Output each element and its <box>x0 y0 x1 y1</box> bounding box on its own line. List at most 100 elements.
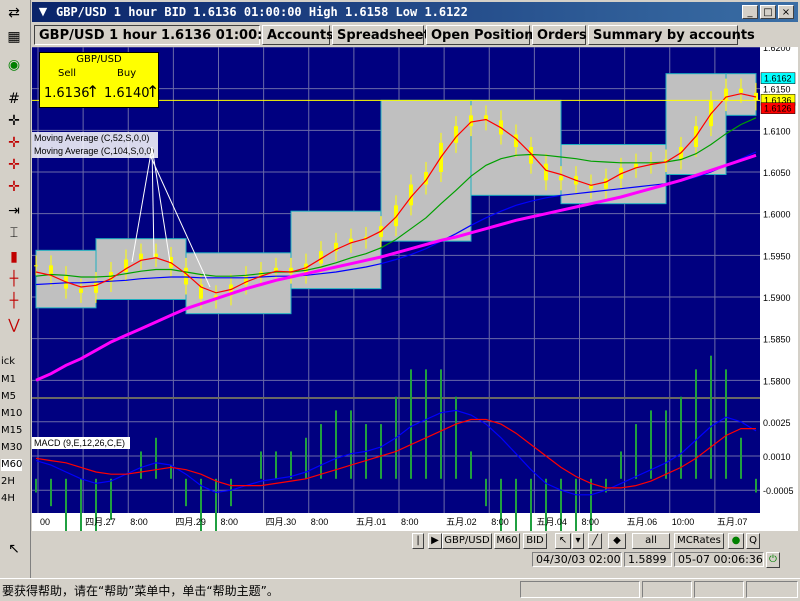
current-time: 05-07 00:06:36 <box>674 552 764 567</box>
candle-body <box>184 267 188 285</box>
arrow-right-icon[interactable]: ⇥ <box>3 202 25 220</box>
window-menu-icon[interactable]: ▼ <box>36 5 50 19</box>
dropdown-icon[interactable]: ▾ <box>572 533 584 549</box>
price-tick-label: 1.5800 <box>763 376 791 386</box>
macd-tick-label: -0.0005 <box>763 486 794 496</box>
chart-area[interactable]: 1.6200 1.6150 1.6100 1.6050 1.6000 1.5950 1.59… <box>32 43 798 601</box>
timeframe-m1[interactable]: M1 <box>1 374 16 386</box>
crosshair-icon[interactable]: ✛ <box>3 112 25 130</box>
buy-arrow-icon: ↑ <box>146 82 160 101</box>
target-icon[interactable]: ◉ <box>3 56 25 74</box>
candle-body <box>739 88 743 93</box>
cross-red-icon[interactable]: ✛ <box>3 134 25 152</box>
x-tick-label: 五月.01 <box>356 517 387 527</box>
mcrates-button[interactable]: MCRates <box>674 533 724 549</box>
x-tick-label: 8:00 <box>491 517 509 527</box>
swap-arrows-icon[interactable]: ⇄ <box>3 4 25 22</box>
price-badge-label: 1.6162 <box>764 74 792 84</box>
price-tick-label: 1.6100 <box>763 126 791 136</box>
x-tick-label: 8:00 <box>311 517 329 527</box>
candle-body <box>289 267 293 274</box>
status-panel-2 <box>642 581 692 598</box>
tab-chart[interactable]: GBP/USD 1 hour 1.6136 01:00:00 <box>34 25 280 45</box>
price-badge-label: 1.6126 <box>764 104 792 114</box>
pin-icon[interactable]: ◆ <box>608 533 626 549</box>
cursor-tool-icon[interactable]: ↖ <box>555 533 571 549</box>
candle-body <box>109 272 113 282</box>
candle-body <box>454 126 458 143</box>
q-button[interactable]: Q <box>746 533 760 549</box>
cursor-i-icon[interactable]: ⌶ <box>3 224 25 242</box>
x-tick-label: 五月.02 <box>446 517 477 527</box>
x-tick-label: 四月.29 <box>175 517 206 527</box>
status-panel-1 <box>520 581 640 598</box>
bar-icon[interactable]: ┼ <box>3 270 25 288</box>
x-tick-label: 四月.27 <box>85 517 116 527</box>
maximize-button[interactable]: □ <box>760 5 776 19</box>
candle-body <box>34 265 38 267</box>
timeframe-m15[interactable]: M15 <box>1 425 22 437</box>
status-panel-3 <box>694 581 744 598</box>
x-tick-label: 00 <box>40 517 50 527</box>
cross-red-icon-2[interactable]: ✛ <box>3 156 25 174</box>
status-bar: 要获得帮助，请在“帮助”菜单中，单击“帮助主题”。 <box>0 578 800 601</box>
tab-orders[interactable]: Orders <box>532 25 587 45</box>
x-tick-label: 8:00 <box>401 517 419 527</box>
timeframe-m30[interactable]: M30 <box>1 442 22 454</box>
all-button[interactable]: all <box>632 533 670 549</box>
ma52-label: Moving Average (C,52,S,0,0) <box>34 133 149 143</box>
tick-label[interactable]: ick <box>1 356 15 368</box>
minimize-button[interactable]: _ <box>742 5 758 19</box>
candle-body <box>544 163 548 181</box>
sell-price[interactable]: 1.6136 <box>44 86 90 101</box>
status-panel-4 <box>746 581 798 598</box>
timeframe-m5[interactable]: M5 <box>1 391 16 403</box>
line-icon[interactable]: ⋁ <box>3 316 25 334</box>
line-tool-icon[interactable]: ╱ <box>588 533 602 549</box>
candle-icon[interactable]: ▮ <box>3 248 25 266</box>
timeframe-m60[interactable]: M60 <box>1 459 23 471</box>
period-button[interactable]: M60 <box>494 533 520 549</box>
grid-icon[interactable]: # <box>3 90 25 108</box>
buy-price[interactable]: 1.6140 <box>104 86 150 101</box>
tab-summary-by-accounts[interactable]: Summary by accounts <box>588 25 755 45</box>
step-left-icon[interactable]: ▶ <box>428 533 442 549</box>
power-icon[interactable]: ⏻ <box>766 552 780 568</box>
bottom-toolbar: | ▶ GBP/USD M60 BID ↖ ▾ ╱ ◆ all MCRates … <box>32 531 798 549</box>
timeframe-4h[interactable]: 4H <box>1 493 15 505</box>
pointer-icon[interactable]: ↖ <box>3 540 25 558</box>
price-tick-label: 1.5950 <box>763 251 791 261</box>
bar-icon-2[interactable]: ┼ <box>3 292 25 310</box>
refresh-icon[interactable]: ● <box>728 533 744 549</box>
price-chart[interactable]: 1.6200 1.6150 1.6100 1.6050 1.6000 1.5950 1.59… <box>32 43 798 601</box>
side-button[interactable]: BID <box>523 533 547 549</box>
symbol-button[interactable]: GBP/USD <box>442 533 492 549</box>
x-tick-label: 五月.04 <box>536 517 567 527</box>
tab-accounts[interactable]: Accounts <box>262 25 334 45</box>
timeframe-m10[interactable]: M10 <box>1 408 22 420</box>
ma104-label: Moving Average (C,104,S,0,0) <box>34 146 154 156</box>
cross-red-icon-3[interactable]: ✛ <box>3 178 25 196</box>
chart-icon[interactable]: ▦ <box>3 28 25 46</box>
window-title: GBP/USD 1 hour BID 1.6136 01:00:00 High … <box>56 5 468 19</box>
price-tick-label: 1.6050 <box>763 168 791 178</box>
daily-range-box <box>560 144 667 205</box>
close-button[interactable]: × <box>778 5 794 19</box>
info-bar: 04/30/03 02:00 1.5899 05-07 00:06:36 ⏻ <box>32 550 798 568</box>
candle-body <box>79 288 83 293</box>
price-tick-label: 1.6200 <box>763 47 791 53</box>
cursor-time: 04/30/03 02:00 <box>532 552 622 567</box>
timeframe-2h[interactable]: 2H <box>1 476 15 488</box>
x-tick-label: 五月.07 <box>717 517 748 527</box>
tab-bar: GBP/USD 1 hour 1.6136 01:00:00 Accounts … <box>32 24 798 46</box>
tab-spreadsheet[interactable]: Spreadsheet <box>332 25 430 45</box>
x-tick-label: 8:00 <box>221 517 239 527</box>
window-titlebar: ▼ GBP/USD 1 hour BID 1.6136 01:00:00 Hig… <box>32 2 798 22</box>
x-tick-label: 8:00 <box>582 517 600 527</box>
tab-open-position[interactable]: Open Position <box>426 25 533 45</box>
price-tick-label: 1.5850 <box>763 335 791 345</box>
macd-label: MACD (9,E,12,26,C,E) <box>34 438 125 448</box>
quote-pair: GBP/USD <box>76 54 122 65</box>
prev-arrow-icon[interactable]: | <box>412 533 424 549</box>
sell-label: Sell <box>58 68 77 79</box>
